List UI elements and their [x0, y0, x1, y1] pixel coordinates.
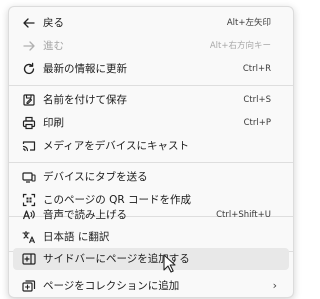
- translate-icon: [21, 229, 37, 245]
- menu-separator: [9, 85, 293, 86]
- menu-item-add-to-collections[interactable]: ページをコレクションに追加 ›: [13, 275, 289, 297]
- menu-item-read-aloud[interactable]: 音声で読み上げる Ctrl+Shift+U: [13, 204, 289, 226]
- save-as-icon: [21, 92, 37, 108]
- menu-item-send-tab[interactable]: デバイスにタブを送る: [13, 166, 289, 188]
- menu-item-label: 戻る: [43, 17, 64, 29]
- menu-item-shortcut: Ctrl+R: [242, 64, 271, 74]
- menu-item-label: 印刷: [43, 117, 64, 129]
- menu-item-label: デバイスにタブを送る: [43, 171, 148, 183]
- menu-item-label: 名前を付けて保存: [43, 94, 127, 106]
- menu-item-shortcut: Alt+左矢印: [226, 18, 271, 28]
- menu-item-shortcut: Alt+右方向キー: [209, 41, 271, 51]
- mouse-cursor-icon: [163, 254, 177, 274]
- menu-item-shortcut: Ctrl+P: [243, 118, 271, 128]
- send-tab-icon: [21, 169, 37, 185]
- print-icon: [21, 115, 37, 131]
- menu-item-refresh[interactable]: 最新の情報に更新 Ctrl+R: [13, 58, 289, 80]
- menu-item-label: 日本語 に翻訳: [43, 231, 110, 243]
- menu-item-shortcut: Ctrl+S: [243, 95, 271, 105]
- menu-separator: [9, 162, 293, 163]
- add-sidebar-icon: [21, 251, 37, 267]
- back-arrow-icon: [21, 15, 37, 31]
- menu-item-back[interactable]: 戻る Alt+左矢印: [13, 12, 289, 34]
- collections-icon: [21, 278, 37, 294]
- menu-item-label: 最新の情報に更新: [43, 63, 127, 75]
- menu-item-label: 進む: [43, 40, 64, 52]
- menu-item-print[interactable]: 印刷 Ctrl+P: [13, 112, 289, 134]
- menu-item-forward[interactable]: 進む Alt+右方向キー: [13, 35, 289, 57]
- menu-item-save-as[interactable]: 名前を付けて保存 Ctrl+S: [13, 89, 289, 111]
- refresh-icon: [21, 61, 37, 77]
- menu-item-label: ページをコレクションに追加: [43, 280, 180, 292]
- menu-item-shortcut: Ctrl+Shift+U: [216, 210, 271, 220]
- menu-item-label: メディアをデバイスにキャスト: [43, 140, 189, 152]
- context-menu: 戻る Alt+左矢印 進む Alt+右方向キー 最新の情報に更新 Ctrl+R …: [8, 6, 294, 298]
- menu-item-cast-media[interactable]: メディアをデバイスにキャスト: [13, 135, 289, 157]
- menu-item-add-to-sidebar[interactable]: サイドバーにページを追加する: [13, 248, 289, 270]
- chevron-right-icon: ›: [272, 279, 277, 292]
- menu-item-translate[interactable]: 日本語 に翻訳: [13, 226, 289, 248]
- forward-arrow-icon: [21, 38, 37, 54]
- read-aloud-icon: [21, 207, 37, 223]
- cast-icon: [21, 138, 37, 154]
- menu-item-label: 音声で読み上げる: [43, 209, 127, 221]
